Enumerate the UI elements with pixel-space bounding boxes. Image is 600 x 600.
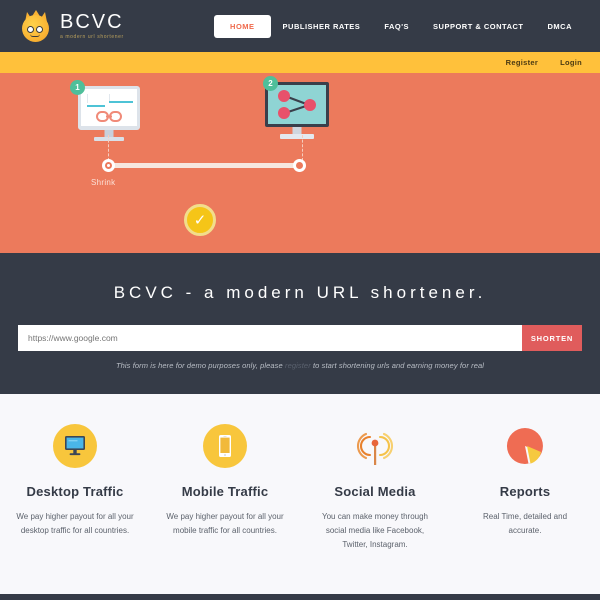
pie-chart-icon	[503, 424, 547, 468]
hero-section: 1 2 ✓ Shrink	[0, 73, 600, 253]
nav-item-faqs[interactable]: FAQ'S	[372, 15, 421, 38]
step-2-badge: 2	[263, 76, 278, 91]
feature-title: Mobile Traffic	[181, 484, 269, 499]
page-title: BCVC - a modern URL shortener.	[113, 283, 487, 302]
feature-reports: Reports Real Time, detailed and accurate…	[450, 424, 600, 600]
connector-dashed-left	[108, 135, 109, 161]
url-input[interactable]	[18, 325, 522, 351]
broadcast-antenna-icon	[353, 424, 397, 468]
shorten-button[interactable]: SHORTEN	[522, 325, 582, 351]
timeline-node-end	[293, 159, 306, 172]
disclaimer-text-after: to start shortening urls and earning mon…	[310, 361, 485, 370]
feature-social-media: Social Media You can make money through …	[300, 424, 450, 600]
phone-glyph-icon	[219, 435, 231, 457]
mobile-phone-icon	[203, 424, 247, 468]
feature-desktop-traffic: Desktop Traffic We pay higher payout for…	[0, 424, 150, 600]
share-network-icon	[278, 90, 316, 119]
main-menu: HOME PUBLISHER RATES FAQ'S SUPPORT & CON…	[214, 0, 584, 52]
brand-name: BCVC	[60, 11, 124, 33]
monitor-glyph-icon	[65, 436, 85, 456]
register-inline-link[interactable]: register	[285, 361, 311, 370]
shorten-form: SHORTEN	[18, 325, 582, 351]
feature-mobile-traffic: Mobile Traffic We pay higher payout for …	[150, 424, 300, 600]
progress-timeline	[102, 159, 306, 172]
nav-item-publisher-rates[interactable]: PUBLISHER RATES	[271, 15, 373, 38]
footer-strip	[0, 594, 600, 600]
chain-link-icon	[96, 111, 122, 122]
feature-description: You can make money through social media …	[322, 512, 428, 549]
login-link[interactable]: Login	[560, 58, 582, 67]
shrink-label: Shrink	[91, 178, 116, 187]
nav-item-home[interactable]: HOME	[214, 14, 271, 38]
feature-title: Reports	[499, 484, 551, 499]
feature-title: Desktop Traffic	[26, 484, 124, 499]
features-section: Desktop Traffic We pay higher payout for…	[0, 394, 600, 600]
disclaimer-text-before: This form is here for demo purposes only…	[115, 361, 285, 370]
account-bar: Register Login	[0, 52, 600, 73]
connector-dashed-right	[302, 135, 303, 161]
timeline-node-start	[102, 159, 115, 172]
checkmark-icon: ✓	[184, 204, 216, 236]
feature-description: We pay higher payout for all your deskto…	[16, 512, 134, 535]
feature-title: Social Media	[334, 484, 416, 499]
desktop-monitor-icon	[53, 424, 97, 468]
pie-glyph-icon	[506, 427, 543, 465]
shortener-section: BCVC - a modern URL shortener. SHORTEN T…	[0, 253, 600, 394]
brand-tagline: a modern url shortener	[60, 34, 124, 40]
top-navigation-bar: BCVC a modern url shortener HOME PUBLISH…	[0, 0, 600, 52]
step-1-badge: 1	[70, 80, 85, 95]
feature-description: Real Time, detailed and accurate.	[482, 512, 568, 535]
nav-item-dmca[interactable]: DMCA	[536, 15, 585, 38]
antenna-glyph-icon	[357, 432, 393, 465]
desktop-link-icon	[78, 86, 140, 141]
register-link[interactable]: Register	[506, 58, 538, 67]
nav-item-support-contact[interactable]: SUPPORT & CONTACT	[421, 15, 535, 38]
demo-disclaimer: This form is here for demo purposes only…	[0, 361, 600, 370]
feature-description: We pay higher payout for all your mobile…	[166, 512, 284, 535]
hero-illustration: 1 2 ✓ Shrink	[0, 73, 600, 253]
brand-logo[interactable]: BCVC a modern url shortener	[20, 10, 124, 42]
bcvc-mascot-icon	[20, 10, 52, 42]
page-root: BCVC a modern url shortener HOME PUBLISH…	[0, 0, 600, 600]
